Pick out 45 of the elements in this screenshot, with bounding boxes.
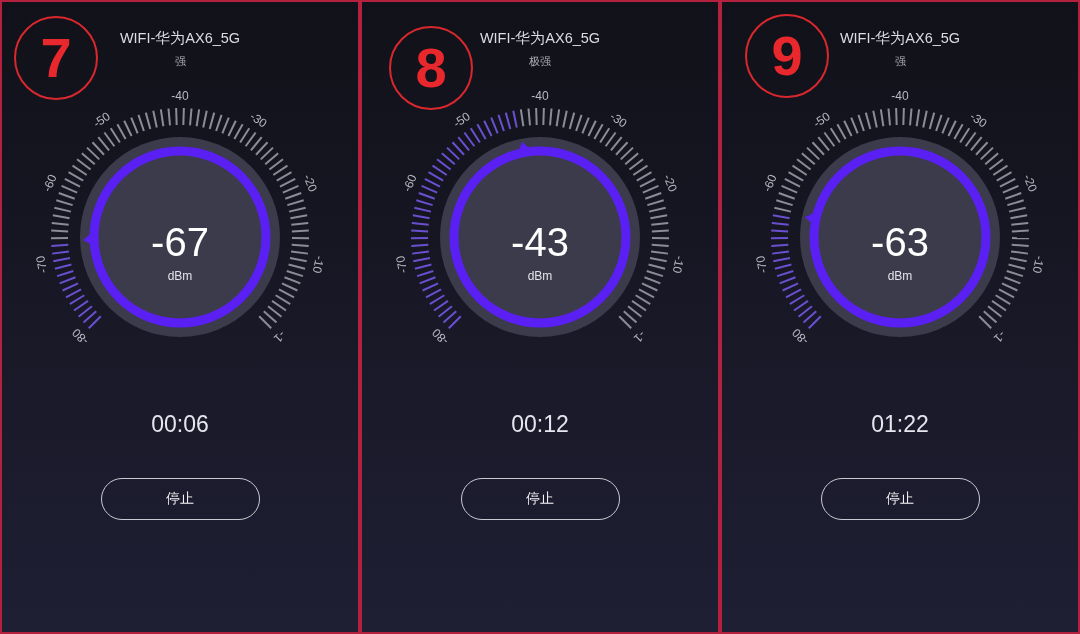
signal-strength: 强 <box>894 54 906 70</box>
signal-reading: -63 <box>871 220 929 264</box>
signal-unit: dBm <box>887 269 913 283</box>
scale-label: -10 <box>309 254 327 275</box>
signal-strength: 强 <box>174 54 186 70</box>
network-name: WIFI-华为AX6_5G <box>479 29 601 48</box>
scale-label: -50 <box>810 109 833 131</box>
scale-label: -20 <box>660 172 681 194</box>
scale-label: -1 <box>271 328 289 346</box>
network-name: WIFI-华为AX6_5G <box>839 29 961 48</box>
scale-label: -20 <box>1020 172 1041 194</box>
scale-label: -40 <box>891 89 909 103</box>
scale-label: -70 <box>393 254 411 275</box>
scale-label: -70 <box>33 254 51 275</box>
scale-label: -20 <box>300 172 321 194</box>
scale-label: -30 <box>967 109 990 131</box>
signal-reading: -43 <box>511 220 569 264</box>
scale-label: -60 <box>759 172 780 194</box>
scale-label: -60 <box>39 172 60 194</box>
signal-unit: dBm <box>527 269 553 283</box>
scale-label: -10 <box>1029 254 1047 275</box>
signal-strength: 极强 <box>529 54 551 70</box>
scale-label: -60 <box>399 172 420 194</box>
scale-label: -80 <box>789 325 812 348</box>
elapsed-time: 00:06 <box>151 410 209 438</box>
scale-label: -1 <box>631 328 649 346</box>
scale-label: -40 <box>531 89 549 103</box>
signal-unit: dBm <box>167 269 193 283</box>
signal-reading: -67 <box>151 220 209 264</box>
scale-label: -30 <box>247 109 270 131</box>
scale-label: -40 <box>171 89 189 103</box>
scale-label: -70 <box>753 254 771 275</box>
scale-label: -1 <box>991 328 1009 346</box>
circled-number: 9 <box>745 14 829 98</box>
scale-label: -80 <box>429 325 452 348</box>
scale-label: -30 <box>607 109 630 131</box>
elapsed-time: 01:22 <box>871 410 929 438</box>
scale-label: -10 <box>669 254 687 275</box>
circled-number: 7 <box>14 16 98 100</box>
scale-label: -80 <box>69 325 92 348</box>
scale-label: -50 <box>90 109 113 131</box>
elapsed-time: 00:12 <box>511 410 569 438</box>
circled-number: 8 <box>389 26 473 110</box>
network-name: WIFI-华为AX6_5G <box>119 29 241 48</box>
scale-label: -50 <box>450 109 473 131</box>
